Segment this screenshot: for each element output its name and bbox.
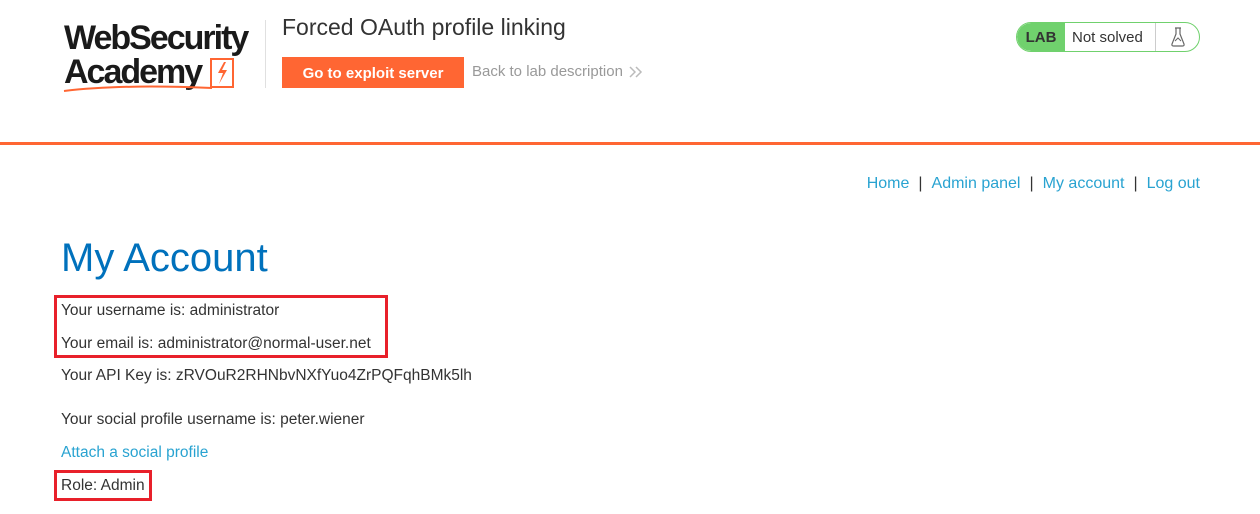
flask-icon-container	[1155, 23, 1199, 51]
header-divider-line	[0, 142, 1260, 145]
lab-title: Forced OAuth profile linking	[282, 14, 566, 40]
lab-badge: LAB	[1017, 23, 1065, 51]
lab-status-text: Not solved	[1072, 28, 1143, 46]
nav-admin-panel-link[interactable]: Admin panel	[932, 175, 1021, 192]
attach-social-profile-link[interactable]: Attach a social profile	[61, 444, 208, 462]
nav-home-link[interactable]: Home	[867, 175, 910, 192]
annotation-highlight-credentials	[54, 295, 388, 358]
nav-separator: |	[1029, 175, 1034, 192]
go-to-exploit-server-button[interactable]: Go to exploit server	[282, 57, 464, 88]
lab-status-widget: LAB Not solved	[1016, 22, 1200, 52]
nav-separator: |	[1133, 175, 1138, 192]
lab-header: WebSecurity Academy Forced OAuth profile…	[0, 0, 1260, 142]
logo-line-1: WebSecurity	[64, 19, 249, 57]
flask-icon	[1170, 27, 1185, 47]
back-link-label: Back to lab description	[472, 63, 623, 80]
top-navigation: Home | Admin panel | My account | Log out	[867, 175, 1200, 193]
back-to-lab-description-link[interactable]: Back to lab description	[472, 63, 643, 80]
social-profile-username-line: Your social profile username is: peter.w…	[61, 411, 365, 428]
logo-swoosh	[63, 85, 213, 92]
nav-log-out-link[interactable]: Log out	[1147, 175, 1200, 192]
page-title: My Account	[61, 236, 268, 280]
api-key-line: Your API Key is: zRVOuR2RHNbvNXfYuo4ZrPQ…	[61, 367, 472, 384]
web-security-academy-logo[interactable]: WebSecurity Academy	[62, 18, 262, 94]
logo-divider	[265, 20, 266, 88]
annotation-highlight-role	[54, 470, 152, 501]
nav-separator: |	[918, 175, 923, 192]
double-chevron-right-icon	[629, 65, 642, 78]
nav-my-account-link[interactable]: My account	[1043, 175, 1125, 192]
